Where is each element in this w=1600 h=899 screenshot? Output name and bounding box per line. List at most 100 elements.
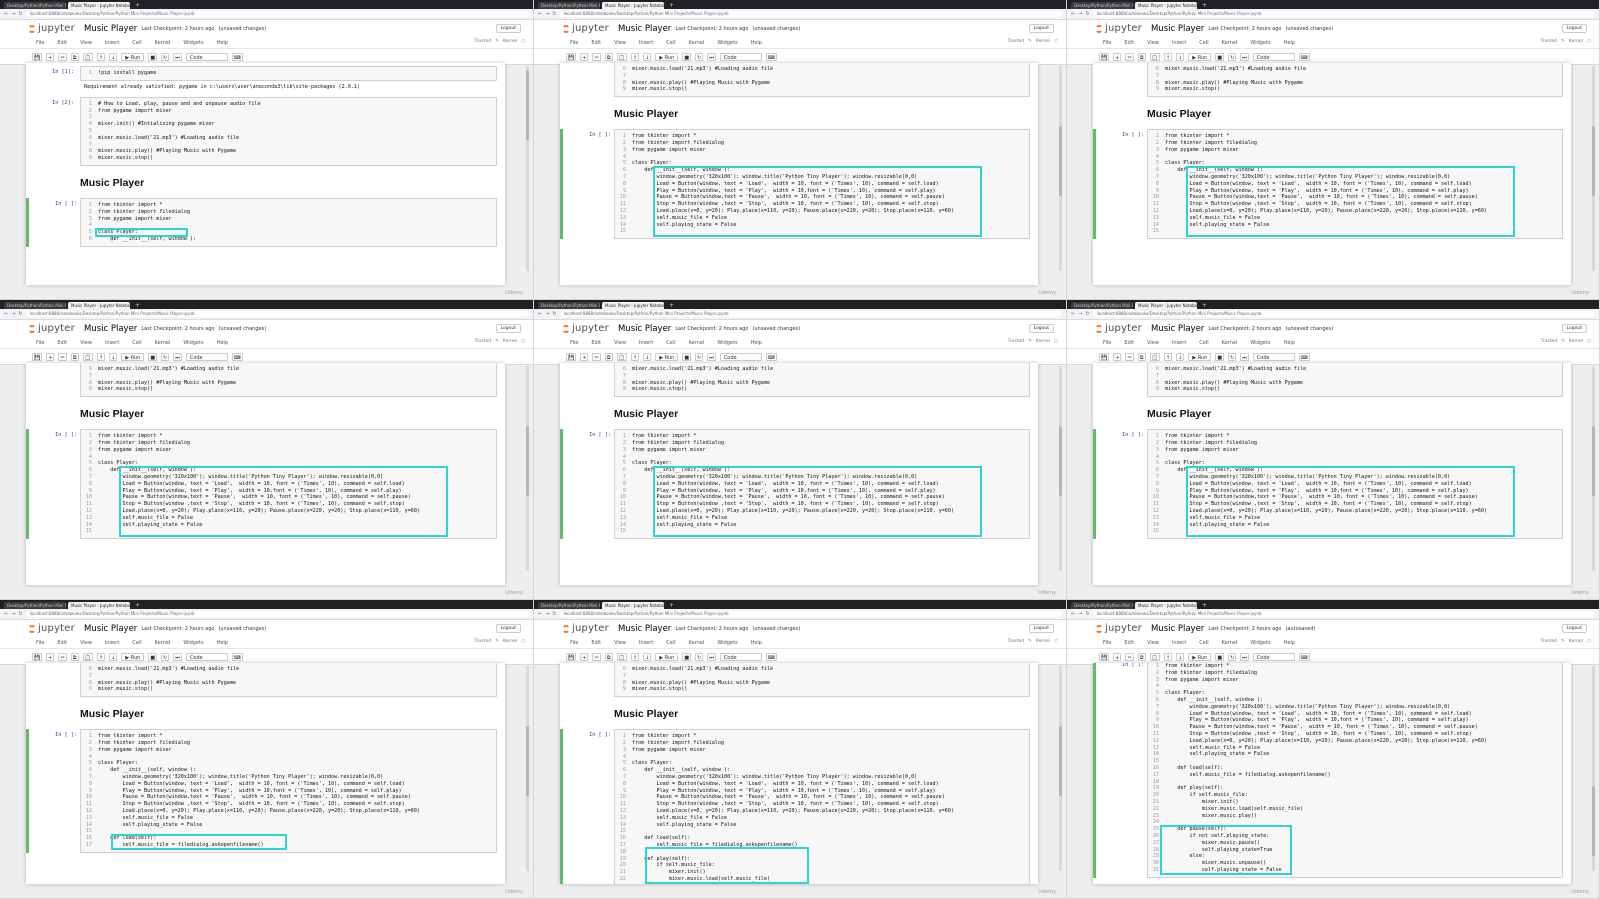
restart-icon[interactable]: ↻	[1228, 352, 1237, 361]
logout-button[interactable]: Logout	[1561, 324, 1587, 333]
menu-widgets[interactable]: Widgets	[1250, 40, 1270, 46]
forward-icon[interactable]: →	[1078, 609, 1082, 619]
menu-file[interactable]: File	[1103, 340, 1111, 346]
markdown-heading[interactable]: Music Player	[1093, 100, 1571, 126]
keyboard-icon[interactable]: ⌨	[231, 352, 243, 361]
browser-tab[interactable]: Desktop/Python/Python Mini P	[4, 302, 66, 309]
page-scrollbar[interactable]	[1592, 66, 1595, 271]
menu-cell[interactable]: Cell	[132, 340, 141, 346]
copy-icon[interactable]: ⧉	[70, 52, 79, 61]
notebook-name[interactable]: Music Player	[84, 324, 137, 334]
code-cell-music-player[interactable]: In [ ]: 1 from tkinter import * 2 from tkint…	[1093, 429, 1571, 540]
menu-edit[interactable]: Edit	[1124, 340, 1134, 346]
menu-kernel[interactable]: Kernel	[689, 340, 705, 346]
jupyter-logo[interactable]: jupyter	[1095, 323, 1142, 334]
new-tab-button[interactable]: +	[666, 602, 677, 609]
menu-help[interactable]: Help	[217, 340, 228, 346]
code-cell-mixer-demo[interactable]: 6 mixer.music.load('21.mp3') #Loading aud…	[560, 63, 1038, 98]
menu-cell[interactable]: Cell	[666, 340, 675, 346]
trusted-label[interactable]: Trusted	[475, 39, 492, 44]
paste-icon[interactable]: 📋	[82, 352, 93, 361]
move-down-icon[interactable]: ↓	[1176, 52, 1185, 61]
copy-icon[interactable]: ⧉	[1137, 352, 1146, 361]
move-up-icon[interactable]: ↑	[96, 52, 106, 61]
logout-button[interactable]: Logout	[495, 624, 521, 633]
menu-view[interactable]: View	[1147, 640, 1159, 646]
keyboard-icon[interactable]: ⌨	[1298, 652, 1310, 661]
page-scrollbar[interactable]	[526, 366, 529, 571]
menu-kernel[interactable]: Kernel	[1222, 340, 1238, 346]
restart-icon[interactable]: ↻	[695, 652, 704, 661]
new-tab-button[interactable]: +	[132, 302, 143, 309]
code-editor[interactable]: 1 from tkinter import * 2 from tkinter impo…	[614, 129, 1030, 240]
menu-cell[interactable]: Cell	[666, 40, 675, 46]
menu-insert[interactable]: Insert	[105, 40, 119, 46]
cell-type-select[interactable]: Code	[719, 352, 762, 361]
menu-help[interactable]: Help	[1284, 40, 1295, 46]
markdown-heading[interactable]: Music Player	[26, 400, 505, 426]
menu-insert[interactable]: Insert	[639, 340, 653, 346]
reload-icon[interactable]: ↻	[1085, 9, 1089, 19]
forward-icon[interactable]: →	[1078, 309, 1082, 319]
move-up-icon[interactable]: ↑	[630, 652, 640, 661]
browser-tab-active[interactable]: Music Player - Jupyter Notebook	[602, 302, 664, 309]
cell-type-select[interactable]: Code	[185, 652, 228, 661]
back-icon[interactable]: ←	[1071, 309, 1075, 319]
forward-icon[interactable]: →	[1078, 9, 1082, 19]
new-tab-button[interactable]: +	[132, 602, 143, 609]
browser-tab[interactable]: Desktop/Python/Python Mini P	[4, 2, 66, 9]
markdown-heading[interactable]: Music Player	[560, 100, 1038, 126]
logout-button[interactable]: Logout	[1561, 24, 1587, 33]
menu-insert[interactable]: Insert	[639, 640, 653, 646]
browser-tab[interactable]: Desktop/Python/Python Mini P	[538, 2, 600, 9]
url-field[interactable]: localhost:8888/notebooks/Desktop/Python/…	[25, 11, 529, 17]
scrollbar-thumb[interactable]	[1592, 426, 1595, 496]
cell-type-select[interactable]: Code	[1252, 352, 1295, 361]
notebook-name[interactable]: Music Player	[618, 624, 671, 634]
move-up-icon[interactable]: ↑	[96, 352, 106, 361]
interrupt-icon[interactable]: ■	[148, 652, 158, 661]
jupyter-logo[interactable]: jupyter	[1095, 623, 1142, 634]
code-cell-pip-install[interactable]: In [1]: 1 !pip install pygame Requirement a…	[26, 66, 505, 94]
code-cell-mixer-demo[interactable]: In [2]: 1 # How to Load, play, pause and a…	[26, 96, 505, 166]
url-field[interactable]: localhost:8888/notebooks/Desktop/Python/…	[1092, 311, 1595, 317]
new-tab-button[interactable]: +	[1199, 2, 1210, 9]
code-editor[interactable]: 6 mixer.music.load('21.mp3') #Loading aud…	[614, 363, 1030, 398]
trusted-label[interactable]: Trusted	[1541, 339, 1558, 344]
new-tab-button[interactable]: +	[1199, 302, 1210, 309]
cut-icon[interactable]: ✂	[592, 52, 601, 61]
menu-help[interactable]: Help	[217, 640, 228, 646]
restart-icon[interactable]: ↻	[695, 52, 704, 61]
jupyter-logo[interactable]: jupyter	[562, 623, 609, 634]
menu-widgets[interactable]: Widgets	[1250, 640, 1270, 646]
interrupt-icon[interactable]: ■	[682, 52, 692, 61]
restart-run-all-icon[interactable]: ⏭	[173, 52, 182, 61]
move-up-icon[interactable]: ↑	[1163, 652, 1173, 661]
add-cell-icon[interactable]: +	[1113, 352, 1122, 361]
code-editor[interactable]: 1 from tkinter import * 2 from tkinter impo…	[80, 429, 497, 540]
restart-run-all-icon[interactable]: ⏭	[173, 652, 182, 661]
save-icon[interactable]: 💾	[32, 352, 43, 361]
logout-button[interactable]: Logout	[1028, 24, 1054, 33]
add-cell-icon[interactable]: +	[46, 652, 55, 661]
back-icon[interactable]: ←	[538, 609, 542, 619]
scrollbar-thumb[interactable]	[1059, 426, 1062, 496]
add-cell-icon[interactable]: +	[580, 52, 589, 61]
paste-icon[interactable]: 📋	[616, 352, 627, 361]
save-icon[interactable]: 💾	[1099, 52, 1110, 61]
scrollbar-thumb[interactable]	[1059, 126, 1062, 196]
menu-help[interactable]: Help	[751, 340, 762, 346]
add-cell-icon[interactable]: +	[46, 352, 55, 361]
url-field[interactable]: localhost:8888/notebooks/Desktop/Python/…	[25, 611, 529, 617]
menu-view[interactable]: View	[614, 640, 626, 646]
code-cell-music-player[interactable]: In [ ]: 1 from tkinter import * 2 from tkint…	[1093, 663, 1571, 878]
url-field[interactable]: localhost:8888/notebooks/Desktop/Python/…	[559, 311, 1062, 317]
browser-tab-active[interactable]: Music Player - Jupyter Notebook	[602, 602, 664, 609]
markdown-heading[interactable]: Music Player	[560, 400, 1038, 426]
menu-kernel[interactable]: Kernel	[155, 40, 171, 46]
menu-insert[interactable]: Insert	[639, 40, 653, 46]
code-editor[interactable]: 6 mixer.music.load('21.mp3') #Loading aud…	[1147, 363, 1563, 398]
run-button[interactable]: ▶ Run	[121, 652, 145, 661]
notebook-name[interactable]: Music Player	[618, 24, 671, 34]
scrollbar-thumb[interactable]	[526, 426, 529, 496]
